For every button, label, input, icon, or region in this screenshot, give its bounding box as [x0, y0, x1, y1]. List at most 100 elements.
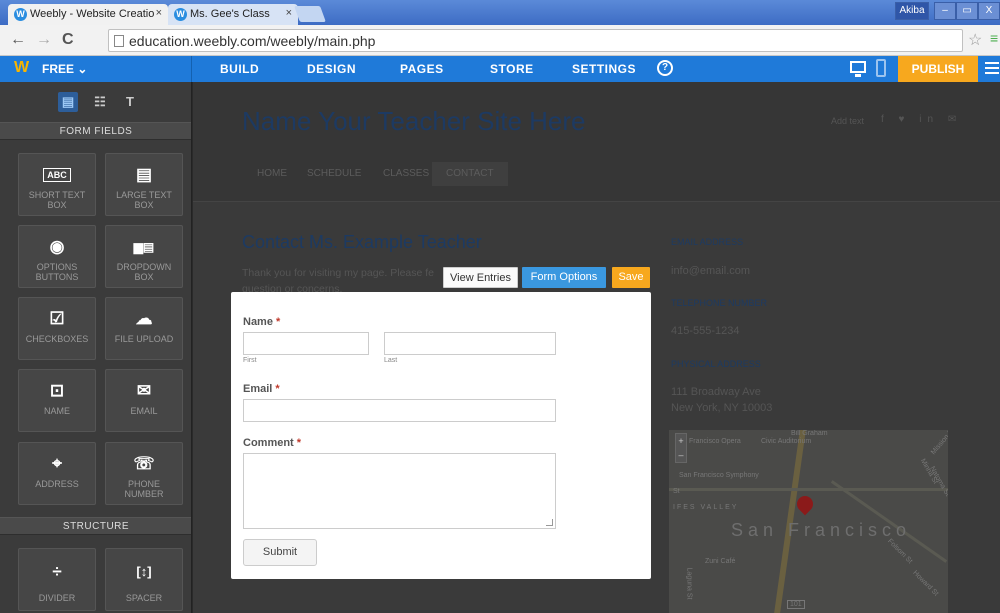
- required-marker: *: [276, 316, 281, 328]
- site-title[interactable]: Name Your Teacher Site Here: [242, 106, 586, 137]
- url-field[interactable]: education.weebly.com/weebly/main.php: [108, 29, 963, 52]
- browser-menu-icon[interactable]: ≡: [990, 30, 998, 46]
- map-pin-icon: ⌖: [52, 454, 62, 473]
- site-nav-schedule[interactable]: SCHEDULE: [293, 162, 375, 186]
- telephone-label: TELEPHONE NUMBER: [671, 298, 768, 308]
- help-icon[interactable]: ?: [657, 60, 673, 76]
- phone-icon: ☏: [133, 454, 155, 473]
- comment-field-label: Comment *: [243, 437, 301, 449]
- tool-dropdown-box[interactable]: ▆▤ DROPDOWN BOX: [105, 225, 183, 288]
- tool-name[interactable]: ⊡ NAME: [18, 369, 96, 432]
- nav-settings[interactable]: SETTINGS: [572, 62, 636, 76]
- tool-email[interactable]: ✉ EMAIL: [105, 369, 183, 432]
- reload-icon[interactable]: C: [62, 31, 74, 49]
- map-label: Zuni Café: [705, 558, 736, 565]
- tool-label: DIVIDER: [38, 593, 76, 603]
- social-icons[interactable]: f ♥ in ✉: [881, 114, 962, 125]
- text-tab-icon[interactable]: T: [120, 92, 140, 112]
- section-header-form-fields: FORM FIELDS: [0, 122, 191, 140]
- tab-weebly[interactable]: W Weebly - Website Creatio ×: [8, 4, 168, 25]
- tool-label: PHONE NUMBER: [124, 479, 164, 499]
- tool-label: SHORT TEXT BOX: [28, 190, 86, 210]
- desktop-view-icon[interactable]: [850, 61, 866, 77]
- add-text-link[interactable]: Add text: [831, 116, 864, 126]
- tool-label: ADDRESS: [35, 479, 79, 489]
- columns-tab-icon[interactable]: ☷: [90, 92, 110, 112]
- map-label: Civic Auditorium: [761, 438, 812, 445]
- close-window-button[interactable]: X: [978, 2, 1000, 20]
- new-tab-button[interactable]: [294, 6, 326, 22]
- envelope-icon: ✉: [136, 381, 152, 400]
- tab-title: Ms. Gee's Class: [190, 8, 270, 20]
- section-header-structure: STRUCTURE: [0, 517, 191, 535]
- email-input[interactable]: [243, 399, 556, 422]
- hamburger-menu-icon[interactable]: [985, 62, 999, 76]
- tool-label: CHECKBOXES: [25, 334, 89, 344]
- save-button[interactable]: Save: [612, 267, 650, 288]
- address-line-1: 111 Broadway Ave: [671, 386, 761, 398]
- view-entries-button[interactable]: View Entries: [443, 267, 518, 288]
- tool-short-text-box[interactable]: ABC SHORT TEXT BOX: [18, 153, 96, 216]
- person-card-icon: ⊡: [49, 381, 65, 400]
- tool-label: NAME: [43, 406, 70, 416]
- site-header: Name Your Teacher Site Here Add text f ♥…: [193, 82, 1000, 202]
- required-marker: *: [275, 383, 280, 395]
- first-name-input[interactable]: [243, 332, 369, 355]
- map-label: IFES VALLEY: [673, 504, 739, 511]
- minimize-button[interactable]: –: [934, 2, 956, 20]
- mobile-view-icon[interactable]: [876, 59, 886, 77]
- name-field-label: Name *: [243, 316, 280, 328]
- tab-close-icon[interactable]: ×: [286, 7, 292, 19]
- nav-pages[interactable]: PAGES: [400, 62, 444, 76]
- tool-address[interactable]: ⌖ ADDRESS: [18, 442, 96, 505]
- name-label-text: Name: [243, 316, 273, 328]
- last-name-input[interactable]: [384, 332, 556, 355]
- tool-divider[interactable]: ÷ DIVIDER: [18, 548, 96, 611]
- map-road: [669, 488, 948, 491]
- page-icon: [114, 35, 124, 47]
- tool-options-buttons[interactable]: ◉ OPTIONS BUTTONS: [18, 225, 96, 288]
- tool-checkboxes[interactable]: ☑ CHECKBOXES: [18, 297, 96, 360]
- map-label: Laguna St: [685, 567, 693, 600]
- tab-close-icon[interactable]: ×: [156, 7, 162, 19]
- nav-store[interactable]: STORE: [490, 62, 534, 76]
- back-icon[interactable]: ←: [10, 31, 26, 49]
- maximize-button[interactable]: ▭: [956, 2, 978, 20]
- address-bar-row: ← → C education.weebly.com/weebly/main.p…: [0, 25, 1000, 56]
- user-badge: Akiba: [895, 2, 929, 20]
- plan-dropdown[interactable]: FREE ⌄: [42, 62, 87, 76]
- short-text-icon: ABC: [43, 168, 71, 182]
- weebly-logo-icon[interactable]: W: [14, 59, 29, 77]
- cloud-upload-icon: ☁: [135, 309, 153, 328]
- element-sidebar: ▤ ☷ T FORM FIELDS ABC SHORT TEXT BOX ▤ L…: [0, 82, 192, 613]
- map-label: St: [673, 488, 680, 495]
- bookmark-star-icon[interactable]: ☆: [968, 30, 982, 50]
- tool-phone-number[interactable]: ☏ PHONE NUMBER: [105, 442, 183, 505]
- radio-icon: ◉: [49, 237, 65, 256]
- form-layout-tab-icon[interactable]: ▤: [58, 92, 78, 112]
- tool-label: OPTIONS BUTTONS: [35, 262, 79, 282]
- submit-button[interactable]: Submit: [243, 539, 317, 566]
- nav-design[interactable]: DESIGN: [307, 62, 356, 76]
- zoom-out-button[interactable]: –: [676, 448, 686, 462]
- tool-label: SPACER: [125, 593, 163, 603]
- form-options-button[interactable]: Form Options: [522, 267, 606, 288]
- required-marker: *: [296, 437, 302, 449]
- comment-textarea[interactable]: [243, 453, 556, 529]
- zoom-in-button[interactable]: +: [676, 434, 686, 448]
- tool-spacer[interactable]: [↕] SPACER: [105, 548, 183, 611]
- site-nav-contact[interactable]: CONTACT: [432, 162, 508, 186]
- map-highway-shield: 101: [787, 600, 805, 609]
- tab-class[interactable]: W Ms. Gee's Class ×: [168, 4, 298, 25]
- map-zoom-control[interactable]: + –: [675, 433, 687, 463]
- forward-icon[interactable]: →: [36, 31, 52, 49]
- weebly-top-nav: W FREE ⌄ BUILD DESIGN PAGES STORE SETTIN…: [0, 56, 1000, 82]
- publish-button[interactable]: PUBLISH: [898, 56, 978, 82]
- tool-large-text-box[interactable]: ▤ LARGE TEXT BOX: [105, 153, 183, 216]
- nav-build[interactable]: BUILD: [220, 62, 259, 76]
- weebly-favicon: W: [174, 8, 187, 21]
- dropdown-icon: ▆▤: [133, 240, 155, 254]
- map-label: Francisco Opera: [689, 438, 741, 445]
- tool-file-upload[interactable]: ☁ FILE UPLOAD: [105, 297, 183, 360]
- map-widget[interactable]: + – Francisco Opera Civic Auditorium Bil…: [669, 430, 948, 613]
